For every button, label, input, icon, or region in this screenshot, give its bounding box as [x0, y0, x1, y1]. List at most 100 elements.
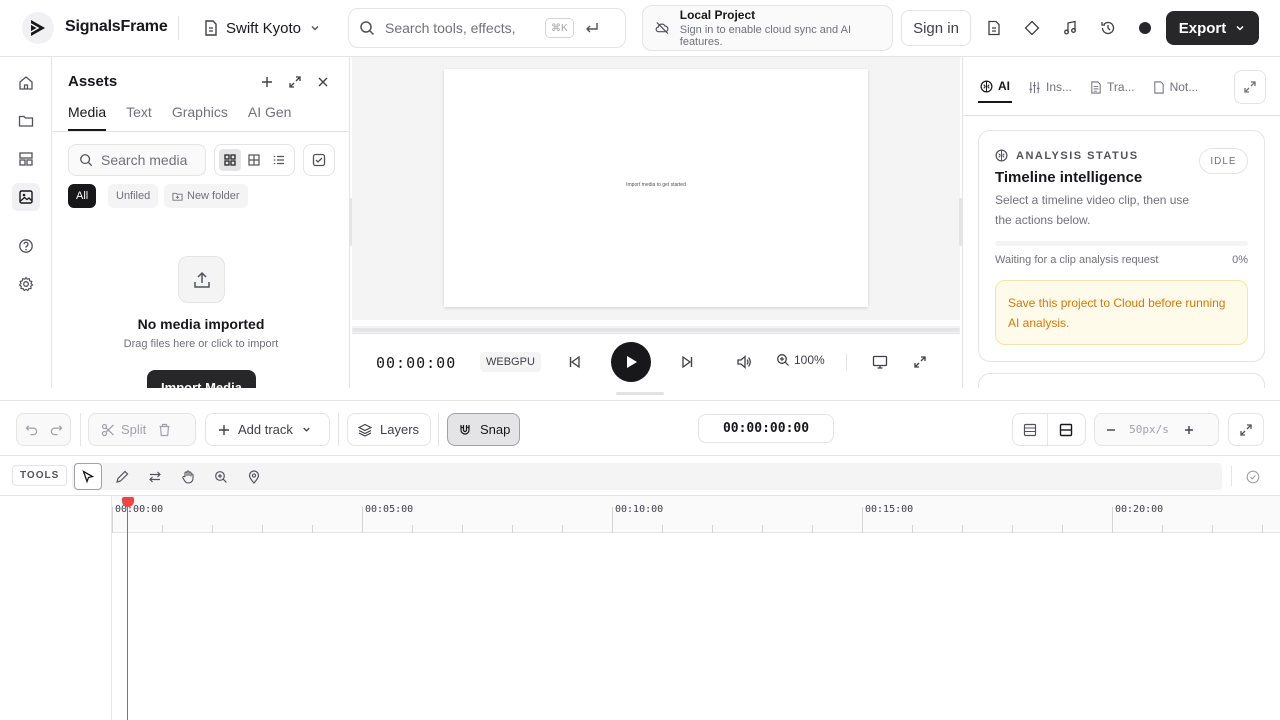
timeline-ruler[interactable]: 00:00:00 00:05:00 00:10:00 00:15:00 00:2…: [0, 496, 1280, 533]
add-track-content: Add track: [206, 414, 324, 445]
split-button[interactable]: Split: [89, 414, 152, 445]
list-icon[interactable]: [268, 149, 290, 171]
zoom-control[interactable]: 100%: [776, 353, 825, 367]
empty-state-subtitle: Drag files here or click to import: [123, 338, 279, 350]
sign-in-button[interactable]: Sign in: [901, 10, 971, 46]
tools-row: TOOLS: [0, 456, 1280, 496]
tab-ai-gen[interactable]: AI Gen: [248, 104, 292, 131]
tab-media[interactable]: Media: [68, 104, 107, 131]
fullscreen-icon[interactable]: [908, 350, 932, 374]
empty-state-title: No media imported: [137, 316, 265, 332]
check-circle-icon[interactable]: [1239, 463, 1267, 490]
upload-icon[interactable]: [178, 256, 225, 303]
split-delete-group: Split: [88, 413, 196, 446]
zoom-tool-icon[interactable]: [207, 463, 235, 490]
project-switcher-button[interactable]: Swift Kyoto: [196, 12, 329, 44]
expanded-tracks-icon[interactable]: [1047, 414, 1084, 445]
media-search-input[interactable]: [101, 152, 193, 168]
ruler-tick: [1112, 507, 1113, 533]
pen-tool-icon[interactable]: [108, 463, 136, 490]
ruler-tick: [512, 525, 513, 533]
tracks-area[interactable]: [112, 533, 1280, 720]
settings-gear-icon[interactable]: [12, 270, 40, 298]
tab-graphics[interactable]: Graphics: [172, 104, 228, 131]
export-button[interactable]: Export: [1166, 11, 1259, 45]
app-logo-icon[interactable]: [22, 12, 54, 44]
volume-icon[interactable]: [732, 350, 756, 374]
ruler-tick: [912, 525, 913, 533]
assets-panel: Assets Media Text Graphics AI Gen All Un…: [52, 57, 350, 388]
add-icon[interactable]: [256, 71, 278, 93]
music-icon[interactable]: [1056, 14, 1084, 42]
tab-notes[interactable]: Not...: [1151, 71, 1201, 103]
import-media-button[interactable]: Import Media: [147, 370, 256, 388]
select-tool-cursor-icon[interactable]: [74, 463, 102, 490]
zoom-in-icon[interactable]: [1171, 414, 1207, 445]
marker-pin-icon[interactable]: [240, 463, 268, 490]
layout-icon[interactable]: [12, 145, 40, 173]
tab-inspector-label: Ins...: [1046, 80, 1073, 94]
zoom-in-icon: [777, 354, 789, 366]
global-search[interactable]: ⌘K: [348, 8, 626, 48]
folder-icon[interactable]: [12, 107, 40, 135]
compact-tracks-icon[interactable]: [1013, 414, 1047, 445]
diamond-icon[interactable]: [1018, 14, 1046, 42]
close-icon[interactable]: [312, 71, 334, 93]
filter-all[interactable]: All: [68, 184, 97, 208]
scrub-bar[interactable]: [352, 328, 960, 332]
history-icon[interactable]: [1094, 14, 1122, 42]
tab-transcript[interactable]: Tra...: [1088, 71, 1137, 103]
monitor-icon[interactable]: [868, 350, 892, 374]
status-badge: IDLE: [1199, 148, 1248, 174]
home-icon[interactable]: [12, 69, 40, 97]
ruler-tick: [162, 525, 163, 533]
add-track-button[interactable]: Add track: [205, 413, 330, 446]
layers-content: Layers: [348, 414, 429, 445]
global-search-input[interactable]: [385, 20, 535, 36]
tab-inspector[interactable]: Ins...: [1026, 71, 1074, 103]
play-icon: [627, 356, 637, 368]
help-icon[interactable]: [12, 232, 40, 260]
assets-tabs: Media Text Graphics AI Gen: [68, 104, 291, 131]
expand-icon[interactable]: [284, 71, 306, 93]
image-icon[interactable]: [12, 183, 40, 211]
brand-name: SignalsFrame: [65, 18, 168, 35]
tab-notes-label: Not...: [1169, 80, 1199, 94]
new-folder-button[interactable]: New folder: [164, 184, 248, 208]
skip-back-icon[interactable]: [563, 350, 587, 374]
local-project-status[interactable]: Local Project Sign in to enable cloud sy…: [642, 5, 893, 51]
timeline-fullscreen-icon[interactable]: [1228, 413, 1264, 446]
layers-button[interactable]: Layers: [347, 413, 431, 446]
timeline-resize-handle[interactable]: [616, 392, 664, 395]
select-mode-icon[interactable]: [303, 144, 335, 176]
tab-text[interactable]: Text: [126, 104, 152, 131]
zoom-out-icon[interactable]: [1095, 414, 1127, 445]
grid-large-icon[interactable]: [243, 149, 265, 171]
grid-small-icon[interactable]: [219, 149, 242, 171]
tab-transcript-label: Tra...: [1107, 80, 1135, 94]
trash-icon[interactable]: [152, 414, 177, 445]
skip-forward-icon[interactable]: [675, 350, 699, 374]
snap-content: Snap: [448, 414, 520, 445]
expand-icon[interactable]: [1234, 70, 1266, 104]
snap-label: Snap: [480, 422, 511, 437]
hand-tool-icon[interactable]: [174, 463, 202, 490]
view-mode-group: [214, 144, 295, 176]
timeline-timecode: 00:00:00:00: [698, 414, 834, 443]
analysis-waiting-text: Waiting for a clip analysis request: [995, 254, 1159, 266]
document-icon[interactable]: [980, 14, 1008, 42]
snap-toggle[interactable]: Snap: [447, 413, 520, 446]
media-search[interactable]: [68, 144, 206, 176]
canvas-placeholder-text: Import media to get started: [626, 182, 686, 188]
tab-ai-label: AI: [998, 79, 1010, 93]
play-button[interactable]: [611, 342, 651, 382]
brain-icon: [980, 80, 993, 92]
preview-canvas[interactable]: Import media to get started: [444, 69, 868, 307]
theme-toggle-icon[interactable]: [1131, 14, 1159, 42]
undo-icon[interactable]: [17, 414, 46, 445]
redo-icon[interactable]: [46, 414, 67, 445]
document-icon: [1091, 80, 1101, 94]
slip-tool-icon[interactable]: [141, 463, 169, 490]
filter-unfiled[interactable]: Unfiled: [108, 184, 159, 208]
tab-ai[interactable]: AI: [978, 71, 1012, 103]
